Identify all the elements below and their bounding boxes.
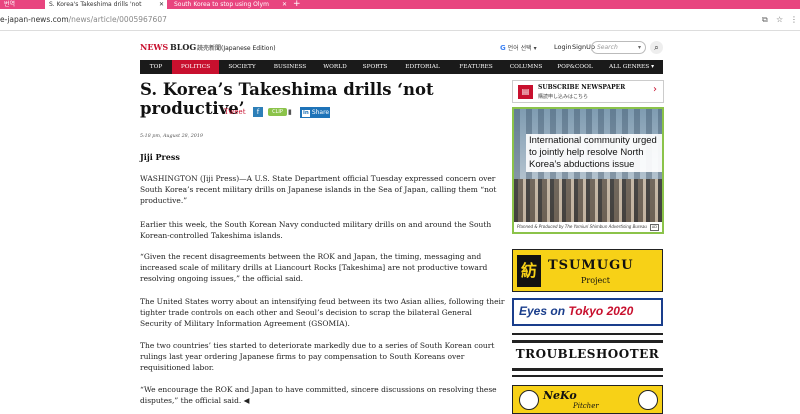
nav-all-genres[interactable]: ALL GENRES ▾ (600, 60, 663, 74)
search-icon[interactable]: ⌕ (650, 41, 663, 54)
browser-tab[interactable]: South Korea to stop using Olym ✕ (170, 0, 290, 9)
nav-politics[interactable]: POLITICS (172, 60, 219, 74)
article-paragraph: Earlier this week, the South Korean Navy… (140, 220, 492, 240)
login-link[interactable]: Login (554, 43, 572, 51)
menu-icon[interactable]: ⋮ (790, 15, 798, 24)
clip-button[interactable]: CLIP (268, 108, 287, 116)
nav-columns[interactable]: COLUMNS (502, 60, 550, 74)
main-nav: TOP POLITICS SOCIETY BUSINESS WORLD SPOR… (140, 60, 663, 74)
search-input[interactable]: Search ▾ (591, 41, 646, 54)
tsumugu-logo: 紡 (517, 255, 541, 287)
ad-headline: International community urged to jointly… (526, 134, 662, 172)
chevron-down-icon[interactable]: ▾ (638, 42, 641, 53)
bookmark-icon[interactable]: ▮ (288, 107, 296, 117)
language-selector[interactable]: G 언어 선택 ▾ (500, 43, 537, 52)
facebook-icon[interactable]: f (253, 107, 263, 117)
nav-world[interactable]: WORLD (315, 60, 355, 74)
ad-badge: AD (649, 224, 659, 231)
linkedin-share-button[interactable]: in Share (300, 107, 330, 118)
abductions-ad-banner[interactable]: International community urged to jointly… (512, 107, 664, 234)
nav-society[interactable]: SOCIETY (219, 60, 265, 74)
cat-icon (638, 390, 658, 410)
article-paragraph: “We encourage the ROK and Japan to have … (140, 385, 497, 405)
troubleshooter-banner[interactable]: TROUBLESHOOTER (512, 333, 663, 377)
linkedin-icon: in (302, 110, 310, 117)
article-paragraph: WASHINGTON (Jiji Press)—A U.S. State Dep… (140, 174, 497, 205)
site-header: NEWS BLOG 読売新聞(Japanese Edition) G 언어 선택… (140, 40, 663, 56)
cat-icon (519, 390, 539, 410)
nav-sports[interactable]: SPORTS (355, 60, 395, 74)
nav-features[interactable]: FEATURES (450, 60, 502, 74)
browser-tab-bar: 번역 S. Korea's Takeshima drills 'not ✕ Sou… (0, 0, 800, 9)
article-paragraph: “Given the recent disagreements between … (140, 252, 488, 283)
logo-news[interactable]: NEWS (140, 42, 168, 52)
star-icon[interactable]: ☆ (776, 15, 783, 24)
nav-top[interactable]: TOP (140, 60, 172, 74)
logo-edition[interactable]: 読売新聞(Japanese Edition) (197, 43, 276, 52)
article-paragraph: The United States worry about an intensi… (140, 297, 505, 328)
nav-popcool[interactable]: POP&COOL (550, 60, 600, 74)
browser-tab-active[interactable]: S. Korea's Takeshima drills 'not ✕ (45, 0, 167, 9)
url-text[interactable]: e-japan-news.com/news/article/0005967607 (0, 15, 167, 24)
google-icon: G (500, 44, 506, 52)
nav-editorial[interactable]: EDITORIAL (395, 60, 450, 74)
translate-icon[interactable]: ⧉ (762, 15, 768, 25)
article-byline: Jiji Press (140, 152, 180, 162)
chevron-right-icon: › (653, 84, 657, 95)
close-tab-icon[interactable]: ✕ (282, 0, 287, 9)
logo-blog[interactable]: BLOG (170, 42, 196, 52)
browser-tab[interactable]: 번역 (0, 0, 45, 9)
address-bar[interactable]: e-japan-news.com/news/article/0005967607… (0, 9, 800, 31)
newspaper-icon: ▤ (518, 85, 533, 99)
eyes-on-tokyo-banner[interactable]: Eyes on Tokyo 2020 (512, 298, 663, 326)
ad-credit: AD Planned & Produced by The Yomiuri Shim… (514, 222, 662, 232)
article-paragraph: The two countries’ ties started to deter… (140, 341, 495, 372)
tweet-button[interactable]: Tweet (224, 107, 246, 118)
neko-pitcher-banner[interactable]: NeKo Pitcher (512, 385, 663, 414)
subscribe-newspaper-banner[interactable]: ▤ SUBSCRIBE NEWSPAPER 購読申し込みはこちら › (512, 80, 664, 103)
tsumugu-project-banner[interactable]: 紡 TSUMUGU Project (512, 249, 663, 292)
article-date: 5:18 pm, August 28, 2019 (140, 134, 203, 139)
new-tab-button[interactable]: + (293, 0, 301, 9)
nav-business[interactable]: BUSINESS (265, 60, 315, 74)
close-tab-icon[interactable]: ✕ (159, 0, 164, 9)
